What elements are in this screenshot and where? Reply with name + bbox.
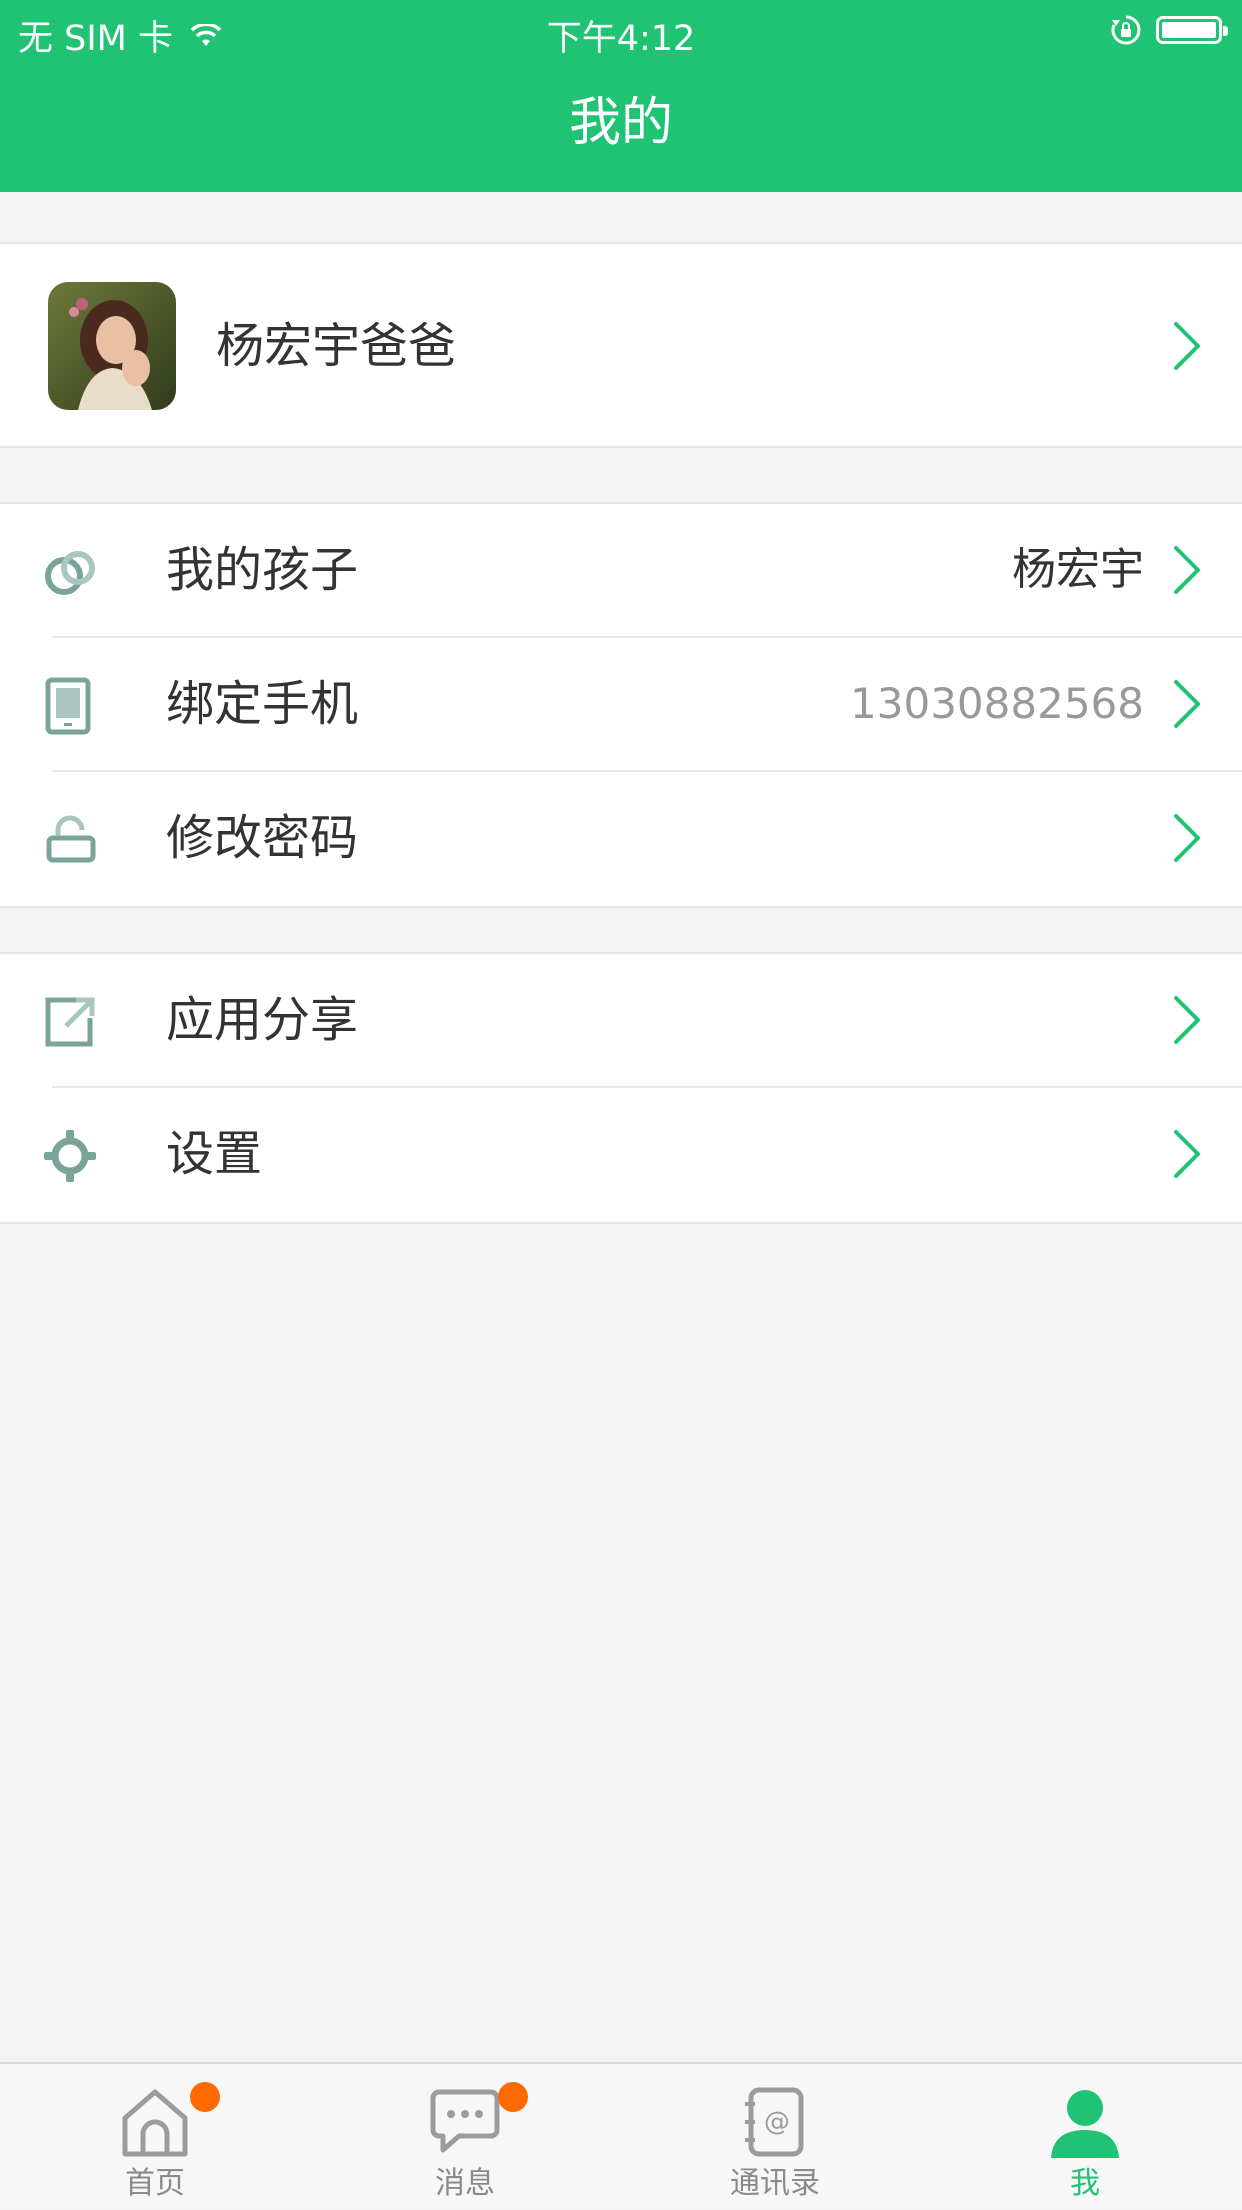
menu-item-label: 我的孩子 [166,542,359,598]
page-title: 我的 [568,93,673,153]
menu-item-label: 应用分享 [166,992,359,1048]
user-icon [1051,2090,1119,2158]
child-name-value: 杨宏宇 [1012,544,1144,595]
rotation-lock-icon [1111,15,1141,45]
chevron-right-icon [1174,322,1200,370]
menu-item-label: 设置 [166,1126,263,1182]
chevron-right-icon [1174,546,1200,594]
tab-label: 通讯录 [730,2166,820,2201]
notification-badge [190,2082,220,2112]
home-icon [122,2089,188,2157]
bottom-tab-bar: 首页 消息 @ 通讯录 我 [0,2062,1242,2208]
profile-row[interactable]: 杨宏宇爸爸 [0,242,1242,448]
tab-label: 消息 [435,2166,495,2201]
profile-name: 杨宏宇爸爸 [216,318,457,374]
chevron-right-icon [1174,680,1200,728]
tab-contacts[interactable]: @ 通讯录 [620,2064,930,2210]
avatar [48,282,176,410]
lock-icon [46,815,96,863]
battery-icon [1156,16,1228,44]
tab-home[interactable]: 首页 [0,2064,310,2210]
app-header: 无 SIM 卡 下午4:12 我的 [0,0,1242,192]
menu-item-label: 绑定手机 [166,676,359,732]
message-icon [430,2089,500,2153]
tab-label: 首页 [125,2166,185,2201]
menu-item-settings[interactable]: 设置 [0,1088,1242,1222]
menu-group-app: 应用分享 设置 [0,952,1242,1224]
contacts-icon: @ [745,2087,804,2157]
chevron-right-icon [1174,1130,1200,1178]
status-right [1110,14,1228,46]
menu-group-account: 我的孩子 杨宏宇 绑定手机 13030882568 修改密码 [0,502,1242,908]
share-icon [45,997,95,1047]
menu-item-my-children[interactable]: 我的孩子 杨宏宇 [0,504,1242,638]
notification-badge [498,2082,528,2112]
chevron-right-icon [1174,996,1200,1044]
gear-icon [44,1130,96,1182]
menu-item-change-password[interactable]: 修改密码 [0,772,1242,906]
menu-item-bind-phone[interactable]: 绑定手机 13030882568 [0,638,1242,772]
chevron-right-icon [1174,814,1200,862]
phone-number-value: 13030882568 [850,679,1144,728]
menu-item-label: 修改密码 [166,810,359,866]
tab-label: 我 [1070,2166,1100,2201]
children-icon [45,551,95,595]
menu-item-share-app[interactable]: 应用分享 [0,954,1242,1088]
tab-messages[interactable]: 消息 [310,2064,620,2210]
tab-me[interactable]: 我 [930,2064,1240,2210]
phone-icon [45,677,91,735]
svg-text:@: @ [764,2107,790,2137]
status-time: 下午4:12 [546,19,696,59]
status-bar: 无 SIM 卡 下午4:12 [0,0,1242,62]
